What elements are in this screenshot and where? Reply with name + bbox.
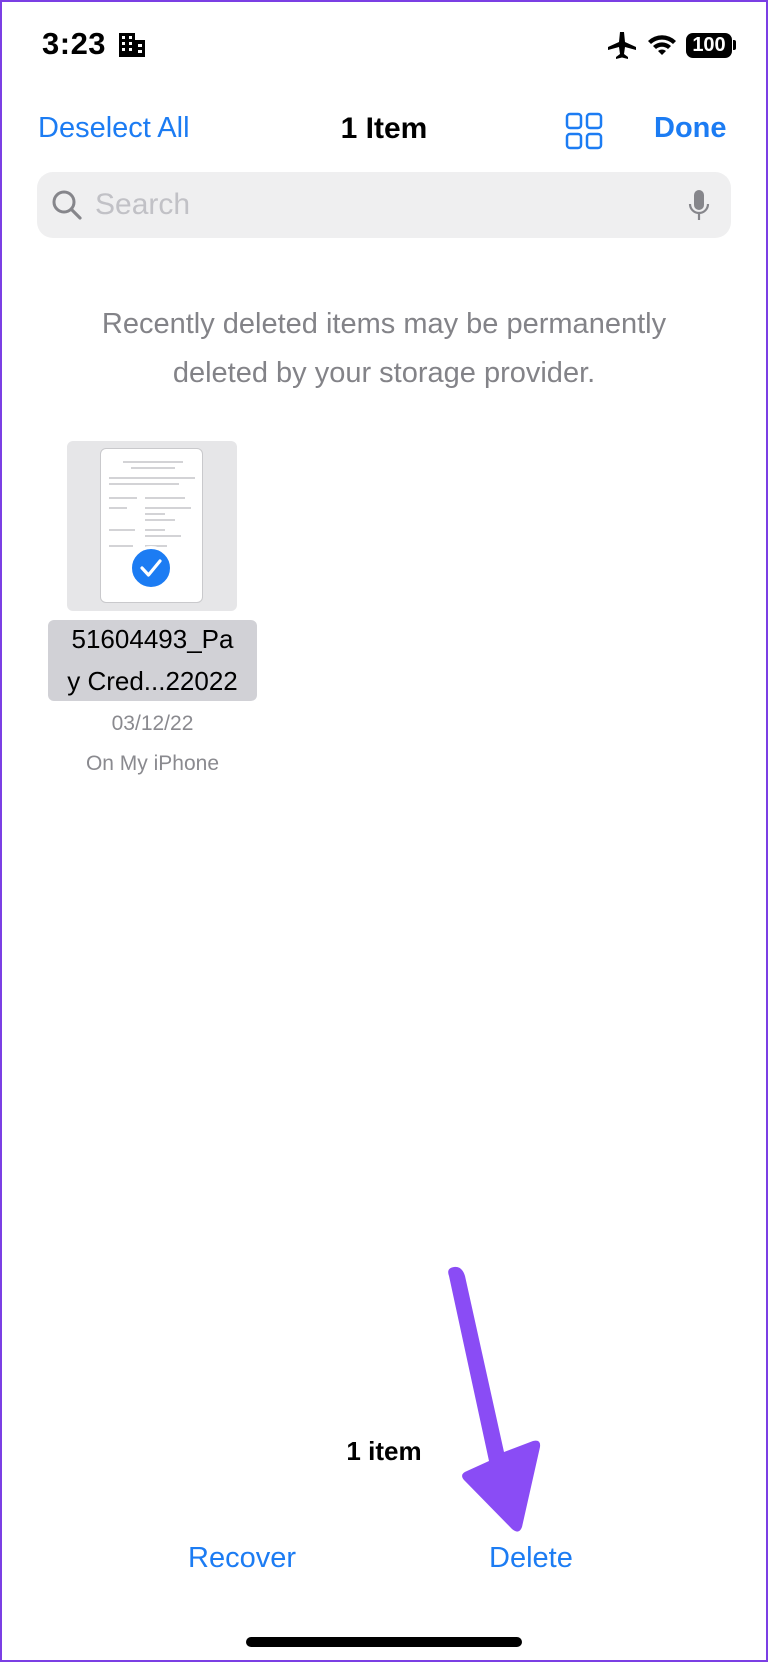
airplane-icon [608, 32, 636, 59]
file-location: On My iPhone [85, 752, 220, 775]
deselect-all-button[interactable]: Deselect All [38, 112, 190, 145]
home-indicator[interactable] [246, 1637, 522, 1647]
battery-tip [733, 40, 736, 50]
file-name-line-2: y Cred...22022 [67, 666, 238, 696]
selection-count: 1 item [346, 1436, 422, 1466]
wifi-icon [648, 35, 676, 55]
image-border [0, 0, 768, 1662]
battery-icon: 100 [686, 33, 732, 58]
delete-button[interactable]: Delete [489, 1542, 573, 1575]
info-text: Recently deleted items may be permanentl… [101, 308, 667, 389]
done-button[interactable]: Done [654, 112, 727, 145]
microphone-icon[interactable] [687, 188, 711, 224]
checkmark-icon [129, 546, 173, 590]
file-date: 03/12/22 [111, 712, 194, 735]
grid-icon[interactable] [565, 112, 603, 150]
annotation-arrow-icon [448, 1266, 541, 1532]
search-input[interactable] [95, 184, 655, 226]
recover-button[interactable]: Recover [188, 1542, 296, 1575]
status-time: 3:23 [42, 26, 107, 61]
search-bar[interactable] [37, 172, 731, 238]
search-icon [52, 190, 82, 220]
file-thumbnail[interactable] [67, 441, 237, 611]
file-name-line-1: 51604493_Pa [71, 624, 234, 654]
building-icon [119, 33, 145, 57]
